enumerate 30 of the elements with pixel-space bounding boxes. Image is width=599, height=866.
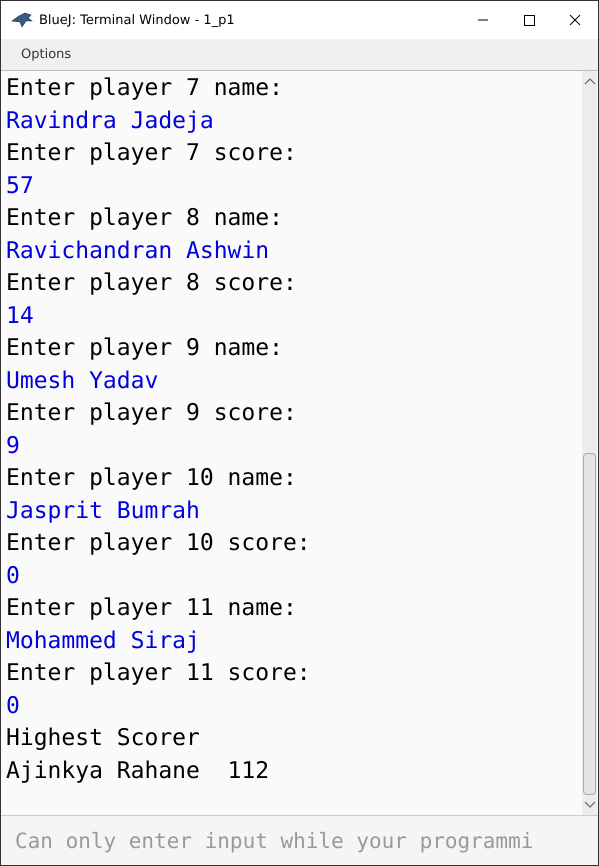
- output-line: Enter player 10 score:: [6, 529, 311, 558]
- scroll-thumb[interactable]: [583, 453, 596, 795]
- scroll-down-icon[interactable]: [584, 801, 596, 809]
- output-line: Enter player 11 score:: [6, 659, 311, 688]
- user-input-line: 14: [6, 302, 34, 330]
- input-field[interactable]: Can only enter input while your programmi: [1, 815, 598, 865]
- output-line: Enter player 9 name:: [6, 334, 283, 363]
- output-line: Ajinkya Rahane 112: [6, 756, 270, 786]
- output-line: Enter player 8 name:: [6, 204, 283, 233]
- scroll-up-icon[interactable]: [584, 77, 596, 85]
- window-title: BlueJ: Terminal Window - 1_p1: [39, 12, 235, 28]
- bird-icon: [11, 12, 33, 28]
- user-input-line: 57: [6, 172, 34, 200]
- output-line: Highest Scorer: [6, 724, 200, 753]
- output-line: Enter player 10 name:: [6, 464, 297, 493]
- user-input-line: Ravindra Jadeja: [6, 106, 214, 136]
- output-line: Enter player 8 score:: [6, 269, 297, 298]
- output-line: Enter player 11 name:: [6, 594, 297, 623]
- output-line: Enter player 7 score:: [6, 139, 297, 168]
- user-input-line: Jasprit Bumrah: [6, 496, 200, 526]
- user-input-line: Ravichandran Ashwin: [6, 236, 270, 266]
- scrollbar[interactable]: [582, 71, 597, 815]
- menu-item[interactable]: Options: [21, 47, 72, 62]
- output-line: Enter player 7 name:: [6, 74, 283, 103]
- output-line: Enter player 9 score:: [6, 399, 297, 428]
- user-input-line: 0: [6, 562, 20, 590]
- user-input-line: Umesh Yadav: [6, 366, 158, 396]
- user-input-line: Mohammed Siraj: [6, 626, 200, 656]
- user-input-line: 9: [6, 432, 20, 460]
- user-input-line: 0: [6, 692, 20, 720]
